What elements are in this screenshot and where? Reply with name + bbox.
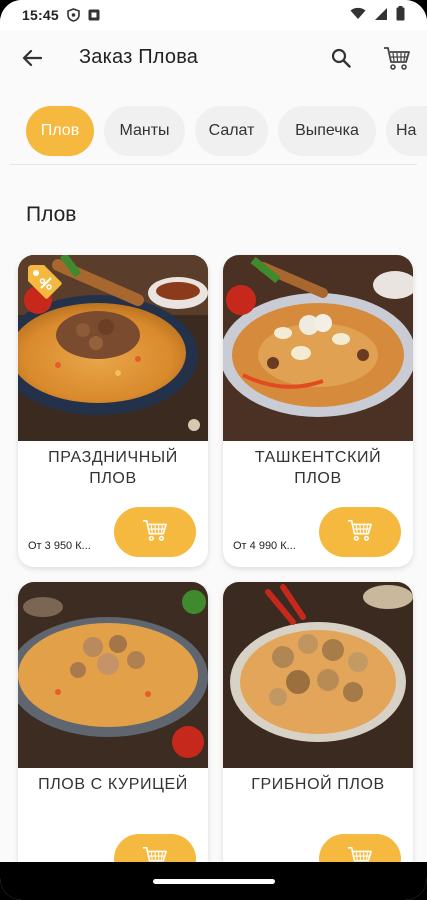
app-bar: Заказ Плова [0,30,427,86]
battery-icon [396,6,405,24]
product-name: ПРАЗДНИЧНЫЙ ПЛОВ [48,449,178,487]
system-nav-bar [0,862,427,900]
discount-tag-icon [24,261,64,301]
page-title: Заказ Плова [79,46,199,68]
home-gesture-handle[interactable] [153,879,275,884]
signal-icon [374,7,388,24]
app-screen: 15:45 Заказ Плова Плов Манты Салат Выпеч… [0,0,427,900]
cart-icon[interactable] [380,42,414,74]
search-icon[interactable] [326,43,356,73]
category-chip-more[interactable]: На [386,106,427,156]
wifi-icon [350,7,366,23]
product-price: От 4 990 К... [233,540,296,552]
status-time: 15:45 [22,7,59,23]
shield-icon [67,8,80,22]
product-image [223,255,413,441]
product-card[interactable]: ГРИБНОЙ ПЛОВ [223,582,413,894]
cart-icon [347,518,373,547]
add-to-cart-button[interactable] [114,507,196,557]
back-arrow-icon[interactable] [18,44,46,72]
add-to-cart-button[interactable] [319,507,401,557]
category-chip-vypechka[interactable]: Выпечка [278,106,376,156]
product-image [223,582,413,768]
product-price: От 3 950 К... [28,540,91,552]
cart-icon [142,518,168,547]
product-name: ГРИБНОЙ ПЛОВ [251,776,385,793]
notification-icon [88,9,100,21]
product-name: ТАШКЕНТСКИЙ ПЛОВ [254,449,382,487]
divider [10,164,417,165]
product-card[interactable]: ТАШКЕНТСКИЙ ПЛОВ От 4 990 К... [223,255,413,567]
category-chip-salat[interactable]: Салат [195,106,268,156]
product-card[interactable]: ПРАЗДНИЧНЫЙ ПЛОВ От 3 950 К... [18,255,208,567]
section-title: Плов [26,203,77,226]
category-chip-plov[interactable]: Плов [26,106,94,156]
product-card[interactable]: ПЛОВ С КУРИЦЕЙ [18,582,208,894]
category-chip-manty[interactable]: Манты [104,106,185,156]
product-image [18,582,208,768]
status-bar: 15:45 [0,0,427,30]
product-name: ПЛОВ С КУРИЦЕЙ [38,776,188,793]
category-chips: Плов Манты Салат Выпечка На [0,104,427,158]
